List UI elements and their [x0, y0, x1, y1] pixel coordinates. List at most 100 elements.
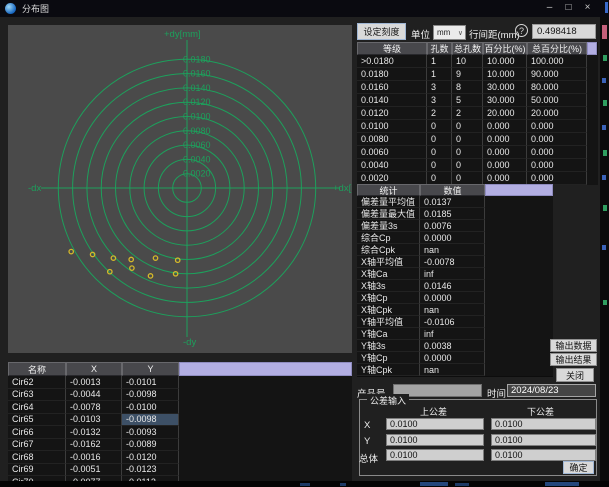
cell[interactable]: 2 [452, 107, 483, 120]
cell[interactable]: 0.0060 [357, 146, 427, 159]
cell[interactable]: 10.000 [483, 55, 527, 68]
column-header[interactable]: 数值 [420, 184, 485, 196]
cell[interactable]: 0.000 [483, 133, 527, 146]
cell[interactable]: 9 [452, 68, 483, 81]
cell[interactable]: -0.0098 [122, 414, 179, 427]
table-row[interactable]: Cir63-0.0044-0.0098 [8, 389, 352, 402]
cell[interactable]: -0.0013 [66, 376, 122, 389]
cell[interactable]: >0.0180 [357, 55, 427, 68]
cell[interactable]: 0.0080 [357, 133, 427, 146]
cell[interactable]: 0 [452, 120, 483, 133]
x-upper-tolerance-field[interactable]: 0.0100 [386, 418, 484, 430]
cell[interactable]: -0.0103 [66, 414, 122, 427]
table-row[interactable]: Cir65-0.0103-0.0098 [8, 414, 352, 427]
help-icon[interactable]: ? [515, 24, 528, 37]
column-header[interactable]: 孔数 [427, 42, 452, 55]
confirm-button[interactable]: 确定 [563, 461, 594, 474]
table-row[interactable]: >0.018011010.000100.000 [357, 55, 598, 68]
table-row[interactable]: Cir69-0.0051-0.0123 [8, 464, 352, 477]
cell[interactable]: 10.000 [483, 68, 527, 81]
cell[interactable]: 0.000 [527, 133, 587, 146]
cell[interactable]: 20.000 [527, 107, 587, 120]
table-row[interactable]: Cir64-0.0078-0.0100 [8, 401, 352, 414]
table-row[interactable]: Cir66-0.0132-0.0093 [8, 426, 352, 439]
cell[interactable]: Cir67 [8, 439, 66, 452]
cell[interactable]: -0.0016 [66, 451, 122, 464]
cell[interactable]: 50.000 [527, 94, 587, 107]
total-upper-tolerance-field[interactable]: 0.0100 [386, 449, 484, 461]
cell[interactable]: 90.000 [527, 68, 587, 81]
column-header[interactable]: Y [122, 362, 179, 376]
total-lower-tolerance-field[interactable]: 0.0100 [491, 449, 596, 461]
cell[interactable]: 8 [452, 81, 483, 94]
cell[interactable]: -0.0120 [122, 451, 179, 464]
cell[interactable]: Cir63 [8, 389, 66, 402]
cell[interactable]: 0.000 [483, 120, 527, 133]
export-result-button[interactable]: 输出结果 [550, 353, 597, 366]
data-point[interactable] [130, 266, 134, 270]
column-header[interactable]: 统计 [357, 184, 420, 196]
cell[interactable]: 2 [427, 107, 452, 120]
y-lower-tolerance-field[interactable]: 0.0100 [491, 434, 596, 446]
data-point[interactable] [69, 249, 73, 253]
column-header[interactable]: X [66, 362, 122, 376]
x-lower-tolerance-field[interactable]: 0.0100 [491, 418, 596, 430]
y-upper-tolerance-field[interactable]: 0.0100 [386, 434, 484, 446]
column-header[interactable]: 百分比(%) [483, 42, 527, 55]
cell[interactable]: 20.000 [483, 107, 527, 120]
cell[interactable]: -0.0162 [66, 439, 122, 452]
cell[interactable]: 0 [452, 146, 483, 159]
cell[interactable]: Cir68 [8, 451, 66, 464]
data-point[interactable] [173, 272, 177, 276]
table-row[interactable]: 0.01603830.00080.000 [357, 81, 598, 94]
cell[interactable]: 0.0180 [357, 68, 427, 81]
cell[interactable]: 0 [427, 133, 452, 146]
table-row[interactable]: 0.01403530.00050.000 [357, 94, 598, 107]
cell[interactable]: 0 [452, 159, 483, 172]
minimize-button[interactable]: – [540, 1, 559, 16]
column-header[interactable]: 总百分比(%) [527, 42, 587, 55]
cell[interactable]: 0.000 [527, 146, 587, 159]
maximize-button[interactable]: □ [559, 1, 578, 16]
cell[interactable]: Cir69 [8, 464, 66, 477]
data-point[interactable] [153, 256, 157, 260]
cell[interactable]: -0.0089 [122, 439, 179, 452]
cell[interactable]: -0.0132 [66, 426, 122, 439]
cell[interactable]: 30.000 [483, 94, 527, 107]
export-data-button[interactable]: 输出数据 [550, 339, 597, 352]
cell[interactable]: 0 [427, 146, 452, 159]
data-point[interactable] [129, 257, 133, 261]
table-row[interactable]: 0.01202220.00020.000 [357, 107, 598, 120]
cell[interactable]: 0.0140 [357, 94, 427, 107]
cell[interactable]: 0.000 [483, 146, 527, 159]
data-point[interactable] [148, 274, 152, 278]
cell[interactable]: 5 [452, 94, 483, 107]
cell[interactable]: 0 [427, 120, 452, 133]
cell[interactable]: 10 [452, 55, 483, 68]
cell[interactable]: -0.0093 [122, 426, 179, 439]
table-row[interactable]: 0.0060000.0000.000 [357, 146, 598, 159]
cell[interactable]: -0.0100 [122, 401, 179, 414]
cell[interactable]: 0 [452, 133, 483, 146]
table-row[interactable]: Cir68-0.0016-0.0120 [8, 451, 352, 464]
cell[interactable]: Cir66 [8, 426, 66, 439]
table-row[interactable]: 0.0080000.0000.000 [357, 133, 598, 146]
cell[interactable]: -0.0078 [66, 401, 122, 414]
cell[interactable]: -0.0051 [66, 464, 122, 477]
cell[interactable]: Cir65 [8, 414, 66, 427]
set-scale-button[interactable]: 设定刻度 [357, 23, 406, 40]
table-row[interactable]: 0.01801910.00090.000 [357, 68, 598, 81]
cell[interactable]: 0.0040 [357, 159, 427, 172]
cell[interactable]: 1 [427, 55, 452, 68]
cell[interactable]: 0.000 [527, 159, 587, 172]
close-window-button[interactable]: × [578, 1, 597, 16]
cell[interactable]: 1 [427, 68, 452, 81]
cell[interactable]: 0 [427, 159, 452, 172]
cell[interactable]: 3 [427, 81, 452, 94]
table-row[interactable]: Cir67-0.0162-0.0089 [8, 439, 352, 452]
cell[interactable]: 30.000 [483, 81, 527, 94]
unit-dropdown[interactable]: mm ∨ [433, 25, 466, 40]
cell[interactable]: 0.0100 [357, 120, 427, 133]
column-header[interactable]: 总孔数 [452, 42, 483, 55]
cell[interactable]: 0.000 [483, 159, 527, 172]
